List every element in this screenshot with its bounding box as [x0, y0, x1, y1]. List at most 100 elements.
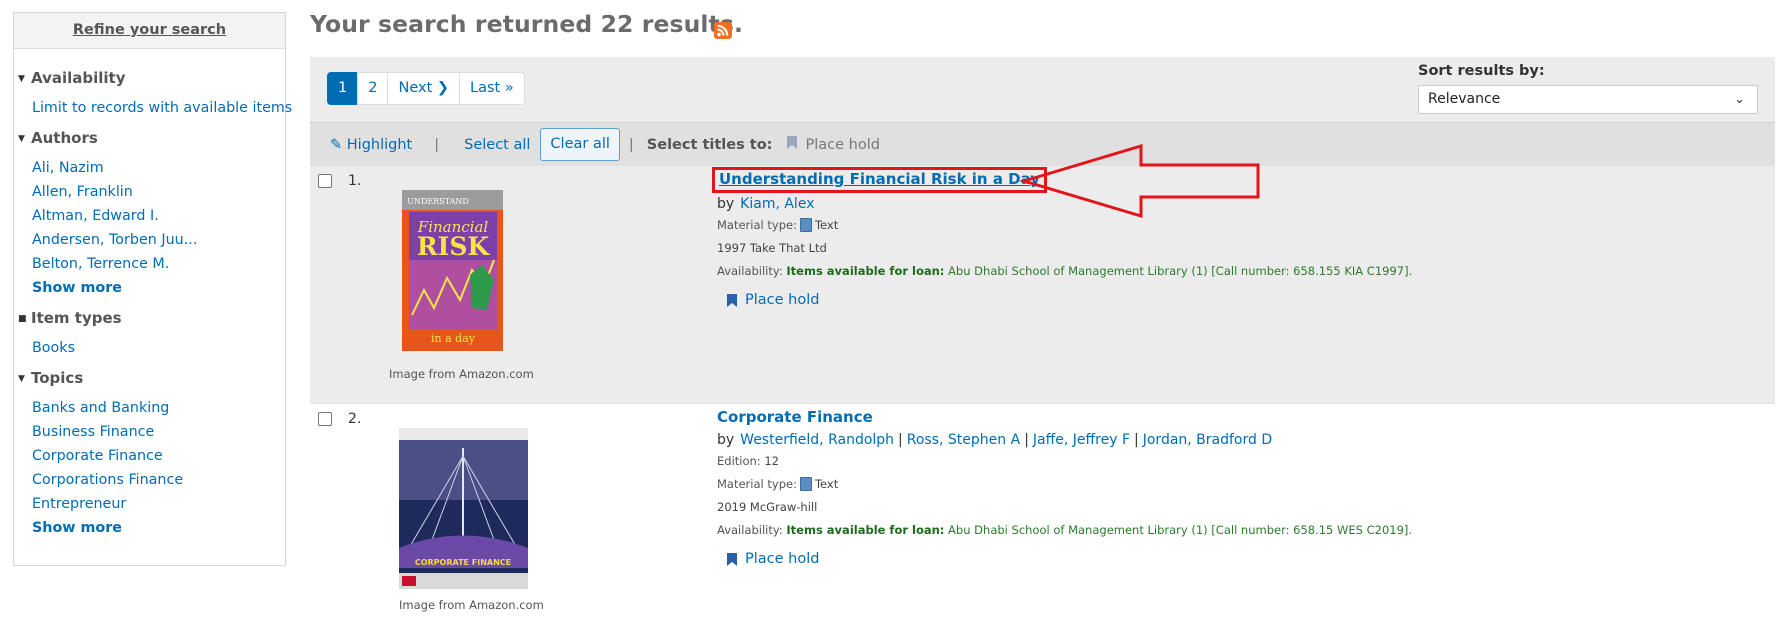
- sort-selected-value: Relevance: [1428, 91, 1501, 107]
- facet-item-available[interactable]: Limit to records with available items: [32, 96, 292, 120]
- availability-status: Items available for loan:: [786, 523, 945, 537]
- facet-link[interactable]: Ali, Nazim: [32, 160, 104, 176]
- divider: |: [898, 432, 903, 448]
- material-type-value: Text: [814, 477, 839, 491]
- facet-link[interactable]: Corporate Finance: [32, 448, 163, 464]
- double-chevron-right-icon: »: [504, 80, 514, 96]
- facet-item-author[interactable]: Allen, Franklin: [32, 180, 285, 204]
- facet-heading-authors[interactable]: ▼ Authors: [18, 126, 285, 150]
- facet-item-types: ■ Item types Books: [14, 306, 285, 360]
- annotation-box: Understanding Financial Risk in a Day: [711, 167, 1048, 193]
- facet-heading-label: Availability: [31, 69, 126, 87]
- place-hold-label: Place hold: [745, 551, 820, 567]
- facet-heading-availability[interactable]: ▼ Availability: [18, 66, 285, 90]
- show-more-authors[interactable]: Show more: [32, 276, 285, 300]
- result-row: 2. CORPORATE FINANCE Image from Amazon.c…: [310, 403, 1775, 639]
- facet-item-topic[interactable]: Corporations Finance: [32, 468, 285, 492]
- facet-link[interactable]: Allen, Franklin: [32, 184, 133, 200]
- facet-availability: ▼ Availability Limit to records with avai…: [14, 66, 292, 120]
- next-label: Next: [398, 80, 433, 96]
- toolbar-place-hold[interactable]: Place hold: [787, 136, 880, 153]
- availability-detail: Abu Dhabi School of Management Library (…: [944, 264, 1413, 278]
- result-checkbox[interactable]: [318, 174, 332, 188]
- book-cover-image[interactable]: UNDERSTAND Financial RISK in a day: [402, 190, 503, 355]
- svg-text:RISK: RISK: [417, 232, 491, 261]
- place-hold-link[interactable]: Place hold: [727, 292, 819, 308]
- facet-authors: ▼ Authors Ali, Nazim Allen, Franklin Altm…: [14, 126, 285, 300]
- facet-link[interactable]: Entrepreneur: [32, 496, 126, 512]
- facet-heading-label: Topics: [31, 369, 84, 387]
- author-link[interactable]: Jordan, Bradford D: [1143, 432, 1272, 448]
- show-more-topics[interactable]: Show more: [32, 516, 285, 540]
- facet-item-topic[interactable]: Banks and Banking: [32, 396, 285, 420]
- book-cover-image[interactable]: CORPORATE FINANCE: [399, 428, 528, 593]
- sort-select[interactable]: Relevance ⌄: [1418, 85, 1758, 114]
- material-type-label: Material type:: [717, 218, 797, 232]
- material-type-line: Material type: Text: [717, 218, 1767, 232]
- author-link[interactable]: Ross, Stephen A: [907, 432, 1020, 448]
- author-link[interactable]: Jaffe, Jeffrey F: [1033, 432, 1130, 448]
- facet-link[interactable]: Andersen, Torben Juu...: [32, 232, 197, 248]
- bookmark-icon: [727, 293, 737, 307]
- material-type-line: Material type: Text: [717, 477, 1767, 491]
- availability-detail: Abu Dhabi School of Management Library (…: [944, 523, 1413, 537]
- facet-topics: ▼ Topics Banks and Banking Business Finan…: [14, 366, 285, 540]
- facet-link[interactable]: Altman, Edward I.: [32, 208, 159, 224]
- chevron-down-icon: ⌄: [1734, 92, 1745, 107]
- availability-label: Availability:: [717, 523, 783, 537]
- chevron-right-icon: ❯: [436, 80, 450, 96]
- highlight-toggle[interactable]: ✎ Highlight: [330, 137, 412, 153]
- result-title-link[interactable]: Understanding Financial Risk in a Day: [719, 170, 1040, 188]
- select-all-link[interactable]: Select all: [464, 137, 530, 153]
- show-more-link[interactable]: Show more: [32, 280, 122, 296]
- facet-item-type[interactable]: Books: [32, 336, 285, 360]
- caret-down-icon: ▼: [18, 133, 25, 144]
- rss-feed-icon[interactable]: [714, 22, 732, 39]
- text-document-icon: [799, 477, 812, 491]
- facet-item-topic[interactable]: Entrepreneur: [32, 492, 285, 516]
- facet-link[interactable]: Belton, Terrence M.: [32, 256, 169, 272]
- bookmark-icon: [727, 552, 737, 566]
- toolbar-place-hold-label: Place hold: [805, 137, 880, 153]
- author-link[interactable]: Kiam, Alex: [740, 196, 814, 212]
- place-hold-label: Place hold: [745, 292, 820, 308]
- next-page-button[interactable]: Next ❯: [387, 72, 461, 105]
- facet-heading-label: Authors: [31, 129, 98, 147]
- clear-all-button[interactable]: Clear all: [540, 128, 620, 161]
- facet-link[interactable]: Books: [32, 340, 75, 356]
- facet-link[interactable]: Banks and Banking: [32, 400, 169, 416]
- author-link[interactable]: Westerfield, Randolph: [740, 432, 894, 448]
- availability-line: Availability: Items available for loan: …: [717, 264, 1767, 278]
- facet-item-topic[interactable]: Corporate Finance: [32, 444, 285, 468]
- last-page-button[interactable]: Last »: [459, 72, 525, 105]
- svg-text:CORPORATE FINANCE: CORPORATE FINANCE: [415, 558, 511, 567]
- facet-heading-item-types[interactable]: ■ Item types: [18, 306, 285, 330]
- pencil-icon: ✎: [330, 136, 343, 153]
- facet-item-author[interactable]: Belton, Terrence M.: [32, 252, 285, 276]
- divider: |: [628, 136, 634, 153]
- select-titles-label: Select titles to:: [646, 136, 773, 153]
- refine-search-heading: Refine your search: [14, 13, 285, 49]
- facet-item-topic[interactable]: Business Finance: [32, 420, 285, 444]
- facet-heading-topics[interactable]: ▼ Topics: [18, 366, 285, 390]
- facets-sidebar: Refine your search ▼ Availability Limit t…: [13, 12, 292, 566]
- material-type-value: Text: [814, 218, 839, 232]
- show-more-link[interactable]: Show more: [32, 520, 122, 536]
- facet-item-author[interactable]: Ali, Nazim: [32, 156, 285, 180]
- page-1-button[interactable]: 1: [327, 72, 359, 105]
- place-hold-link[interactable]: Place hold: [727, 551, 819, 567]
- results-count-heading: Your search returned 22 results.: [310, 10, 744, 38]
- publication-line: 2019 McGraw-hill: [717, 500, 818, 514]
- caret-down-icon: ▼: [18, 373, 25, 384]
- square-bullet-icon: ■: [18, 313, 27, 324]
- page-2-button[interactable]: 2: [357, 72, 389, 105]
- result-title-link[interactable]: Corporate Finance: [717, 408, 873, 426]
- facet-item-author[interactable]: Andersen, Torben Juu...: [32, 228, 285, 252]
- facet-link[interactable]: Business Finance: [32, 424, 154, 440]
- publication-line: 1997 Take That Ltd: [717, 241, 827, 255]
- result-checkbox[interactable]: [318, 412, 332, 426]
- facet-link[interactable]: Corporations Finance: [32, 472, 183, 488]
- divider: |: [434, 136, 440, 153]
- facet-link[interactable]: Limit to records with available items: [32, 100, 292, 116]
- facet-item-author[interactable]: Altman, Edward I.: [32, 204, 285, 228]
